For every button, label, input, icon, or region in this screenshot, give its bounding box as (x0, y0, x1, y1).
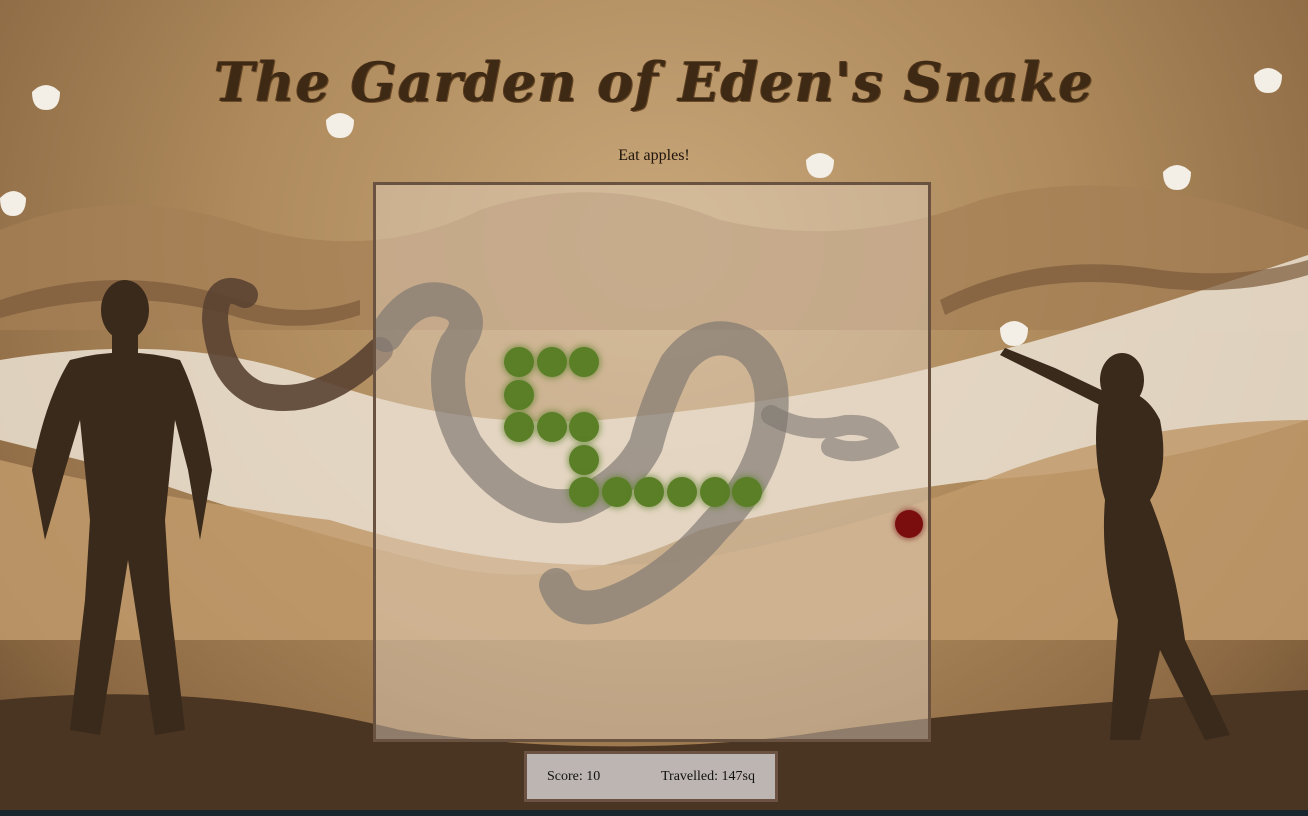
game-instruction: Eat apples! (618, 147, 690, 164)
bottom-edge (0, 810, 1308, 816)
snake-segment (569, 347, 600, 377)
score-label: Score: 10 (547, 769, 601, 784)
snake-segment (504, 347, 534, 377)
decorative-serpent-watermark (376, 282, 900, 625)
game-board[interactable] (373, 182, 931, 742)
apple (895, 510, 924, 538)
snake-segment (699, 477, 730, 508)
status-bar: Score: 10 Travelled: 147sq (524, 751, 778, 802)
travelled-label: Travelled: 147sq (661, 769, 755, 784)
snake-segment (504, 379, 534, 410)
snake-segment (601, 477, 632, 508)
snake-segment (536, 412, 567, 443)
snake-segment (569, 444, 600, 475)
game-title: The Garden of Eden's Snake (214, 50, 1094, 114)
snake-segment (536, 347, 567, 377)
snake-segment (504, 412, 534, 443)
